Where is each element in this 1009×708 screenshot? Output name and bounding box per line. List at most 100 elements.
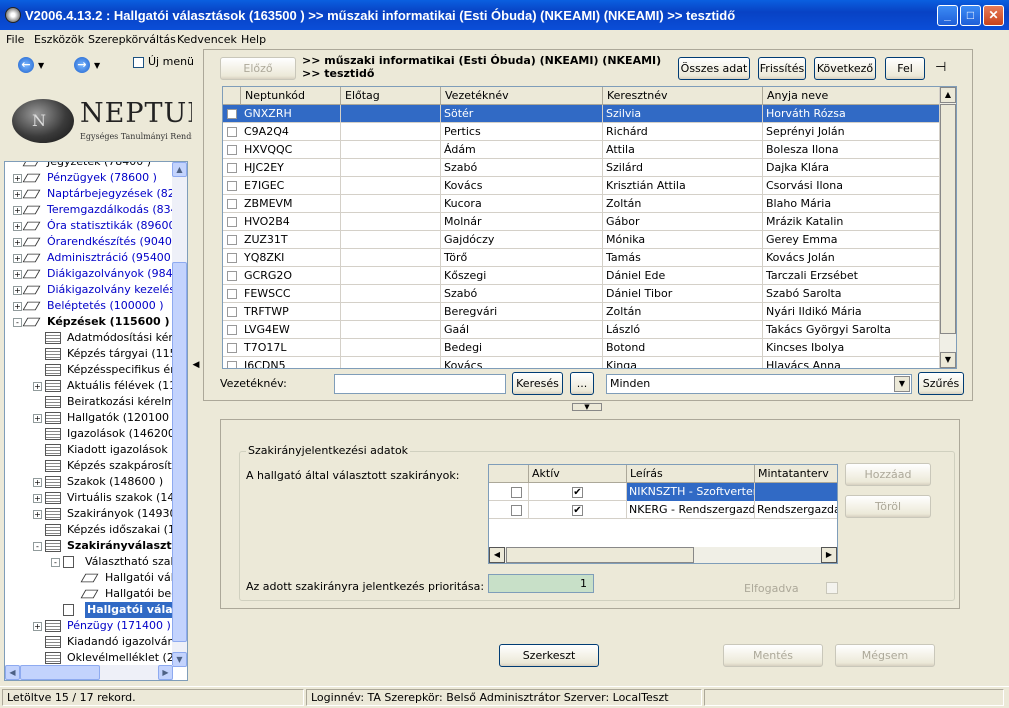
tree-item[interactable]: - Képzések (115600 ) (5, 314, 173, 330)
pin-icon[interactable]: ⊣ (935, 60, 946, 75)
row-checkbox[interactable] (227, 145, 237, 155)
row-checkbox[interactable] (227, 253, 237, 263)
scroll-up-icon[interactable]: ▲ (940, 87, 956, 103)
collapse-icon[interactable]: - (33, 542, 42, 551)
column-header[interactable]: Mintatanterv (755, 465, 837, 483)
scroll-thumb[interactable] (172, 262, 187, 642)
tree-item[interactable]: Kiadandó igazolványo (5, 634, 173, 650)
table-row[interactable]: HXVQQC Ádám Attila Bolesza Ilona (223, 141, 941, 159)
search-button[interactable]: Keresés (512, 372, 563, 395)
spec-grid-horizontal-scrollbar[interactable]: ◀ ▶ (489, 547, 837, 563)
all-data-button[interactable]: Összes adat (678, 57, 750, 80)
table-row[interactable]: HVO2B4 Molnár Gábor Mrázik Katalin (223, 213, 941, 231)
tree-horizontal-scrollbar[interactable]: ◀ ▶ (5, 665, 173, 680)
table-row[interactable]: GCRG2O Kőszegi Dániel Ede Tarczali Erzsébet (223, 267, 941, 285)
tree-item[interactable]: Képzésspecifikus érték (5, 362, 173, 378)
column-header[interactable]: Aktív (529, 465, 627, 483)
tree-item[interactable]: + Órarendkészítés (90400 ) (5, 234, 173, 250)
filter-button[interactable]: Szűrés (918, 372, 964, 395)
scroll-right-icon[interactable]: ▶ (821, 547, 837, 563)
tree-item[interactable]: + Diákigazolvány kezelés (1 (5, 282, 173, 298)
row-checkbox[interactable] (227, 289, 237, 299)
expand-icon[interactable]: + (33, 382, 42, 391)
collapse-icon[interactable]: - (51, 558, 60, 567)
specialization-grid[interactable]: Aktív Leírás Mintatanterv ✔ NIKNSZTH - Szof… (488, 464, 838, 564)
panel-splitter-arrow-icon[interactable]: ◀ (192, 360, 200, 374)
active-cell[interactable]: ✔ (529, 501, 627, 519)
priority-input[interactable]: 1 (488, 574, 594, 593)
cancel-button[interactable]: Mégsem (835, 644, 935, 667)
tree-item[interactable]: + Naptárbejegyzések (82800 (5, 186, 173, 202)
back-button[interactable]: ← ▼ (18, 57, 52, 73)
menu-file[interactable]: File (6, 33, 24, 46)
row-checkbox[interactable] (227, 109, 237, 119)
navigation-tree[interactable]: Jegyzetek (78400 ) + Pénzügyek (78600 ) + Na… (4, 161, 188, 681)
tree-item[interactable]: + Diákigazolványok (98450 (5, 266, 173, 282)
table-row[interactable]: HJC2EY Szabó Szilárd Dajka Klára (223, 159, 941, 177)
expand-icon[interactable]: + (33, 494, 42, 503)
tree-item[interactable]: + Óra statisztikák (89600 ) (5, 218, 173, 234)
tree-item[interactable]: + Adminisztráció (95400 ) (5, 250, 173, 266)
table-row[interactable]: T7O17L Bedegi Botond Kincses Ibolya (223, 339, 941, 357)
previous-button[interactable]: Előző (220, 57, 296, 80)
table-row[interactable]: ZBMEVM Kucora Zoltán Blaho Mária (223, 195, 941, 213)
table-row[interactable]: YQ8ZKI Törő Tamás Kovács Jolán (223, 249, 941, 267)
table-row[interactable]: ✔ NIKNSZTH - Szoftverterve (489, 483, 837, 501)
menu-szerepkorvaltas[interactable]: Szerepkörváltás (88, 33, 176, 46)
expand-icon[interactable]: + (13, 286, 22, 295)
scroll-down-icon[interactable]: ▼ (940, 352, 956, 368)
row-checkbox[interactable] (227, 199, 237, 209)
table-row[interactable]: GNXZRH Sötér Szilvia Horváth Rózsa (223, 105, 941, 123)
forward-button[interactable]: → ▼ (74, 57, 108, 73)
menu-help[interactable]: Help (241, 33, 266, 46)
row-checkbox[interactable] (227, 235, 237, 245)
table-row[interactable]: TRFTWP Beregvári Zoltán Nyári Ildikó Mária (223, 303, 941, 321)
accepted-checkbox[interactable] (826, 582, 838, 594)
tree-item[interactable]: - Szakirányválasztás (5, 538, 173, 554)
tree-item[interactable]: Képzés szakpárosítás (5, 458, 173, 474)
row-checkbox[interactable] (511, 487, 522, 498)
add-button[interactable]: Hozzáad (845, 463, 931, 486)
row-checkbox[interactable] (227, 307, 237, 317)
tree-vertical-scrollbar[interactable]: ▲ ▼ (172, 162, 187, 667)
scroll-thumb[interactable] (20, 665, 100, 680)
save-button[interactable]: Mentés (723, 644, 823, 667)
minimize-button[interactable]: _ (937, 5, 958, 26)
row-checkbox[interactable] (511, 505, 522, 516)
tree-item[interactable]: Képzés tárgyai (11570 (5, 346, 173, 362)
column-header[interactable]: Vezetéknév (441, 87, 603, 105)
tree-item[interactable]: Beiratkozási kérelmek (5, 394, 173, 410)
scroll-left-icon[interactable]: ◀ (489, 547, 505, 563)
column-header[interactable]: Anyja neve (763, 87, 941, 105)
expand-icon[interactable]: + (33, 414, 42, 423)
tree-item[interactable]: Hallgatói beos (5, 586, 173, 602)
expand-icon[interactable]: + (13, 270, 22, 279)
tree-item[interactable]: Igazolások (146200 ) (5, 426, 173, 442)
tree-item[interactable]: + Teremgazdálkodás (83400 (5, 202, 173, 218)
filter-select[interactable]: Minden ▼ (606, 374, 912, 394)
table-row[interactable]: LVG4EW Gaál László Takács Györgyi Sarolta (223, 321, 941, 339)
table-row[interactable]: FEWSCC Szabó Dániel Tibor Szabó Sarolta (223, 285, 941, 303)
scroll-right-icon[interactable]: ▶ (158, 665, 173, 680)
scroll-thumb[interactable] (940, 104, 956, 334)
student-grid[interactable]: Neptunkód Előtag Vezetéknév Keresztnév Anyja… (222, 86, 957, 369)
tree-item[interactable]: Hallgatói válasz (5, 602, 173, 618)
tree-item[interactable]: Kiadott igazolások (14 (5, 442, 173, 458)
expand-icon[interactable]: + (33, 622, 42, 631)
tree-item[interactable]: + Szakok (148600 ) (5, 474, 173, 490)
edit-button[interactable]: Szerkeszt (499, 644, 599, 667)
tree-item[interactable]: Képzés időszakai (161 (5, 522, 173, 538)
expand-icon[interactable]: + (13, 302, 22, 311)
collapse-icon[interactable]: - (13, 318, 22, 327)
tree-item[interactable]: + Aktuális félévek (1174 (5, 378, 173, 394)
remove-button[interactable]: Töröl (845, 495, 931, 518)
row-checkbox[interactable] (227, 181, 237, 191)
row-checkbox[interactable] (227, 163, 237, 173)
tree-item[interactable]: Adatmódosítási kérelm (5, 330, 173, 346)
row-checkbox[interactable] (227, 325, 237, 335)
tree-item[interactable]: + Pénzügyek (78600 ) (5, 170, 173, 186)
active-cell[interactable]: ✔ (529, 483, 627, 501)
tree-item[interactable]: + Virtuális szakok (1492 (5, 490, 173, 506)
tree-item[interactable]: - Választható szakir (5, 554, 173, 570)
expand-icon[interactable]: + (13, 206, 22, 215)
